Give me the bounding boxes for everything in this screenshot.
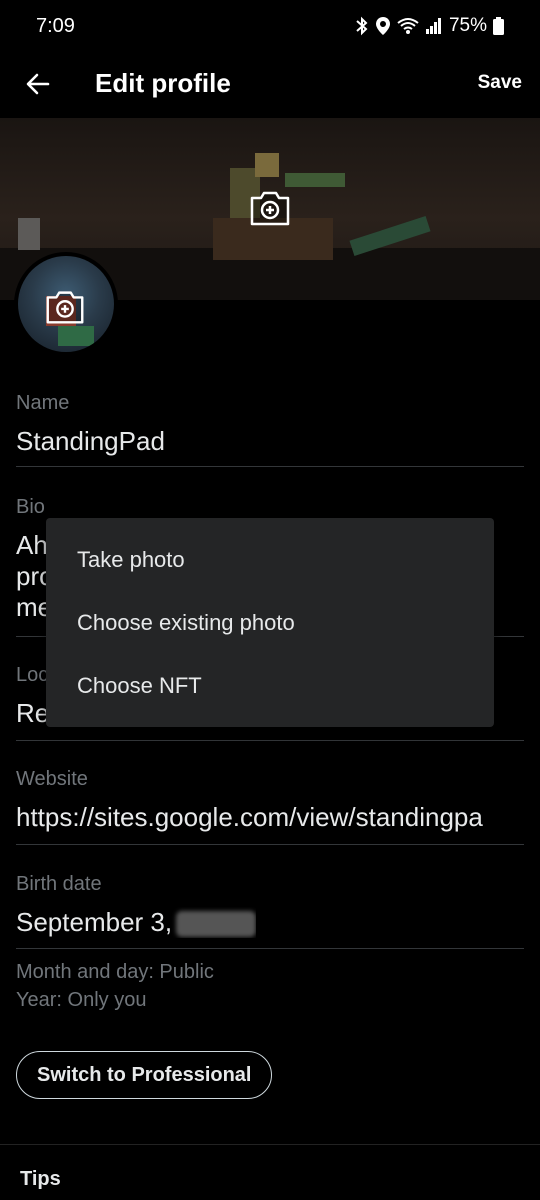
banner-pillar bbox=[18, 218, 40, 250]
page-title: Edit profile bbox=[95, 68, 231, 98]
menu-item-take-photo[interactable]: Take photo bbox=[46, 529, 494, 591]
website-label: Website bbox=[16, 768, 88, 790]
switch-to-professional-button[interactable]: Switch to Professional bbox=[16, 1051, 273, 1099]
battery-percent: 75% bbox=[448, 15, 487, 36]
name-label: Name bbox=[16, 392, 70, 414]
name-value[interactable]: StandingPad bbox=[16, 426, 165, 457]
status-time: 7:09 bbox=[36, 14, 75, 37]
location-icon bbox=[375, 17, 390, 35]
website-field[interactable]: Website https://sites.google.com/view/st… bbox=[16, 768, 524, 845]
save-button[interactable]: Save bbox=[478, 72, 522, 94]
wifi-icon bbox=[397, 18, 419, 34]
website-value[interactable]: https://sites.google.com/view/standingpa bbox=[16, 802, 524, 833]
menu-item-choose-existing-photo[interactable]: Choose existing photo bbox=[46, 592, 494, 654]
bio-label: Bio bbox=[16, 496, 45, 518]
name-field[interactable]: Name StandingPad bbox=[16, 392, 524, 467]
battery-icon bbox=[493, 17, 504, 35]
birth-date-label: Birth date bbox=[16, 873, 102, 895]
bluetooth-icon bbox=[356, 16, 368, 36]
banner-figure-head bbox=[255, 153, 279, 177]
birth-date-text: September 3, bbox=[16, 907, 173, 937]
location-value[interactable]: Re bbox=[16, 698, 49, 729]
location-label: Loc bbox=[16, 664, 49, 686]
birth-date-field[interactable]: Birth date September 3, bbox=[16, 873, 524, 949]
app-bar: Edit profile Save bbox=[0, 56, 540, 112]
birth-date-value[interactable]: September 3, bbox=[16, 907, 257, 938]
avatar-camera-plus-icon[interactable] bbox=[42, 284, 88, 330]
year-visibility: Year: Only you bbox=[16, 989, 147, 1011]
signal-icon bbox=[425, 18, 441, 34]
banner-ribbon bbox=[285, 173, 345, 187]
status-icons: 75% bbox=[355, 15, 504, 37]
arrow-left-icon[interactable] bbox=[22, 68, 54, 100]
photo-options-menu: Take photo Choose existing photo Choose … bbox=[46, 518, 494, 727]
divider bbox=[0, 1144, 540, 1145]
month-day-visibility: Month and day: Public bbox=[16, 961, 214, 983]
menu-item-choose-nft[interactable]: Choose NFT bbox=[46, 655, 494, 717]
camera-plus-icon[interactable] bbox=[246, 184, 294, 232]
tips-heading: Tips bbox=[20, 1168, 61, 1190]
redacted-year bbox=[176, 911, 257, 938]
status-bar: 7:09 75% bbox=[0, 0, 540, 52]
birth-date-privacy: Month and day: Public Year: Only you bbox=[16, 958, 214, 1014]
